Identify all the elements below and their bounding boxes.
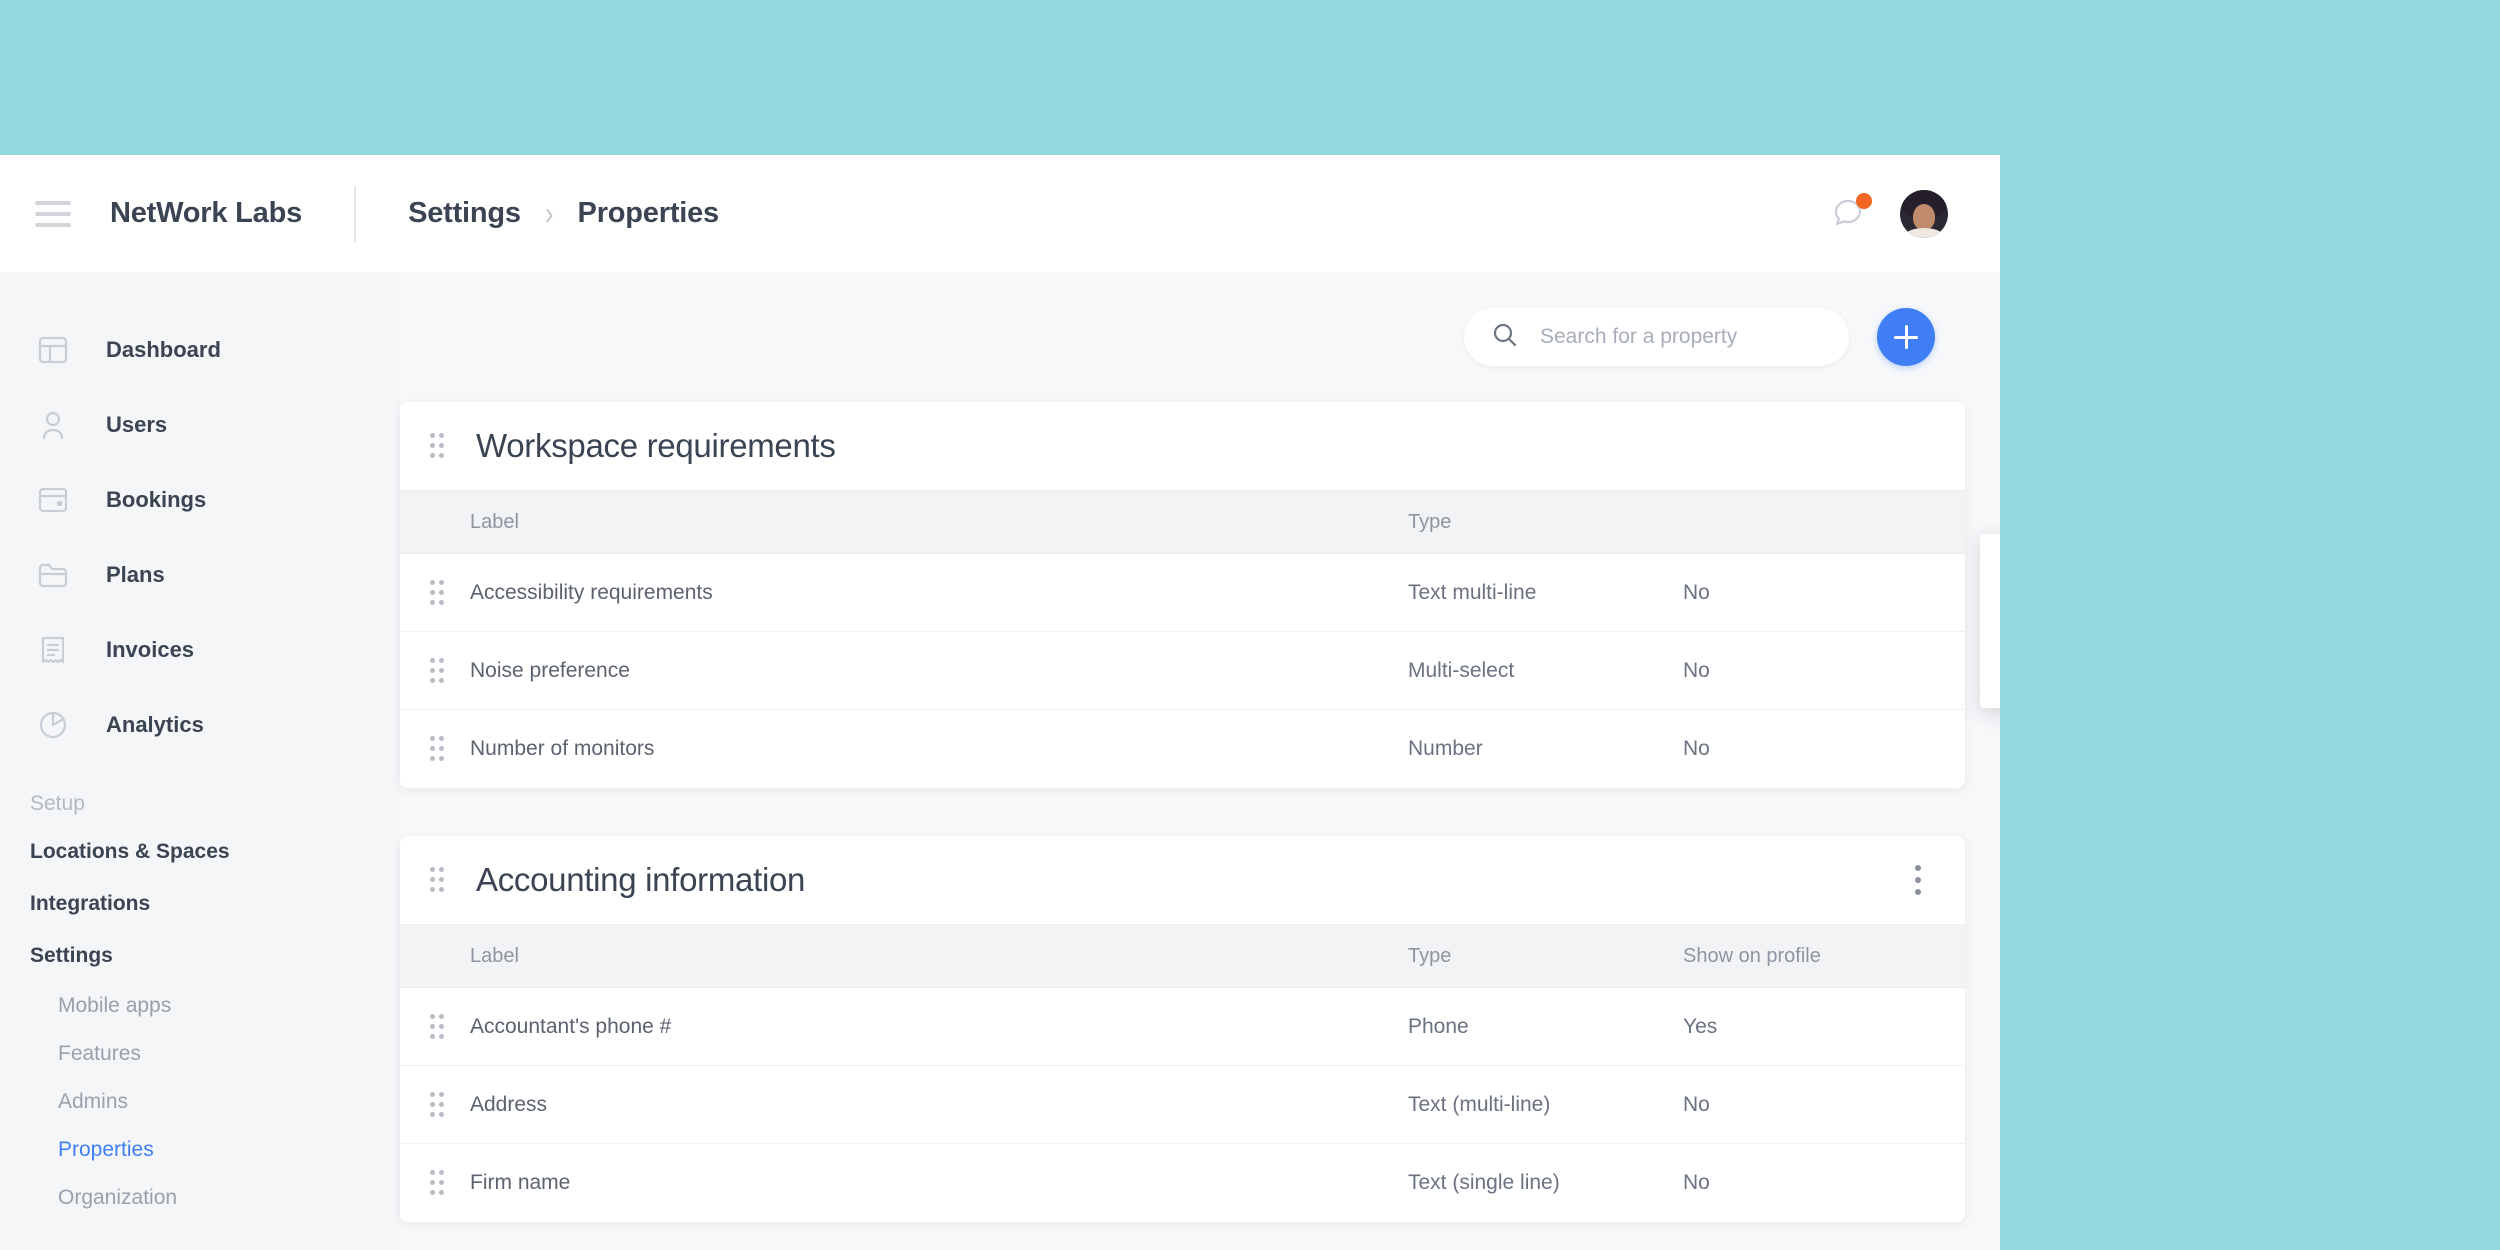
sidebar-item-bookings[interactable]: Bookings [0,462,400,537]
sidebar-item-label: Dashboard [106,336,221,362]
column-header-label: Label [470,510,519,533]
drag-handle-icon[interactable] [430,657,444,684]
drag-handle-icon[interactable] [430,736,444,762]
table-row[interactable]: Accessibility requirements Text multi-li… [400,554,1965,632]
table-header-row: Label Type Show on profile [400,924,1965,988]
sidebar-item-locations-spaces[interactable]: Locations & Spaces [0,826,400,878]
column-header-label: Label [470,944,519,967]
cell-show-on-profile: Yes [1683,1014,1718,1038]
cell-show-on-profile: No [1683,1171,1710,1194]
cell-label: Noise preference [470,658,630,682]
sidebar-item-label: Analytics [106,711,204,737]
content-toolbar: Search for a property [400,272,2000,402]
sidebar-section-setup: Setup [30,792,85,815]
sidebar-item-dashboard[interactable]: Dashboard [0,312,400,387]
sidebar-item-settings[interactable]: Settings [0,930,400,982]
invoice-icon [35,632,71,668]
user-icon [35,407,71,443]
top-bar: NetWork Labs Settings › Properties [0,155,2000,272]
pie-chart-icon [35,707,71,743]
column-header-type: Type [1408,944,1452,967]
chevron-right-icon: › [544,194,554,232]
search-placeholder: Search for a property [1540,325,1738,348]
folder-icon [35,557,71,593]
sidebar-item-properties[interactable]: Properties [0,1126,400,1174]
sidebar-item-label: Plans [106,561,165,587]
menu-item-new-property[interactable]: New property [1980,592,2000,650]
table-header-row: Label Type [400,490,1965,554]
cell-type: Text (multi-line) [1408,1092,1551,1116]
sidebar-item-features[interactable]: Features [0,1030,400,1078]
add-property-button[interactable] [1877,308,1935,366]
main-content: Search for a property Workspace requirem… [400,272,2000,1250]
card-header: Workspace requirements [400,402,1965,490]
sidebar-item-organization[interactable]: Organization [0,1174,400,1222]
cell-label: Accountant's phone # [470,1014,672,1038]
notification-badge [1856,192,1872,209]
sidebar: Dashboard Users Bookings Plans Invoices … [0,272,400,1250]
cell-label: Firm name [470,1171,571,1194]
cell-label: Address [470,1092,548,1116]
sidebar-item-admins[interactable]: Admins [0,1078,400,1126]
property-group-cards: Workspace requirements Label Type Access… [400,402,2000,1250]
cell-show-on-profile: No [1683,1092,1710,1116]
cell-type: Text (single line) [1408,1171,1560,1194]
cell-show-on-profile: No [1683,737,1710,760]
search-icon [1492,322,1518,353]
sidebar-item-mobile-apps[interactable]: Mobile apps [0,982,400,1030]
card-header: Accounting information [400,836,1965,924]
group-context-menu: Edit group name New property Delete grou… [1980,534,2000,708]
drag-handle-icon[interactable] [430,1091,444,1118]
search-input[interactable]: Search for a property [1464,308,1849,366]
table-row[interactable]: Address Text (multi-line) No [400,1066,1965,1144]
hamburger-icon[interactable] [35,200,71,227]
table-row[interactable]: Number of monitors Number No [400,710,1965,788]
card-title: Accounting information [476,861,806,898]
drag-handle-icon[interactable] [430,433,444,459]
sidebar-item-label: Bookings [106,486,207,512]
table-row[interactable]: Firm name Text (single line) No [400,1144,1965,1222]
topbar-divider [354,185,357,242]
avatar[interactable] [1900,189,1948,238]
cell-type: Phone [1408,1014,1469,1038]
column-header-show-on-profile: Show on profile [1683,944,1821,967]
property-group-card: Accounting information Label Type Show o… [400,836,1965,1222]
cell-type: Text multi-line [1408,580,1537,604]
dashboard-icon [35,332,71,368]
sidebar-item-invoices[interactable]: Invoices [0,612,400,687]
calendar-icon [35,482,71,518]
app-window: NetWork Labs Settings › Properties Dashb… [0,155,2000,1250]
table-row[interactable]: Accountant's phone # Phone Yes [400,988,1965,1066]
org-name: NetWork Labs [110,197,303,229]
card-menu-button[interactable] [1905,865,1931,895]
breadcrumb: Settings › Properties [408,194,720,232]
drag-handle-icon[interactable] [430,1170,444,1196]
menu-item-edit-group-name[interactable]: Edit group name [1980,534,2000,592]
property-group-card: Workspace requirements Label Type Access… [400,402,1965,788]
card-title: Workspace requirements [476,427,836,464]
sidebar-item-label: Users [106,411,168,437]
drag-handle-icon[interactable] [430,1013,444,1040]
sidebar-item-plans[interactable]: Plans [0,537,400,612]
sidebar-item-analytics[interactable]: Analytics [0,687,400,762]
chat-bubble-icon[interactable] [1830,192,1872,234]
column-header-type: Type [1408,510,1452,533]
menu-item-delete-group[interactable]: Delete group [1980,650,2000,708]
sidebar-item-users[interactable]: Users [0,387,400,462]
cell-show-on-profile: No [1683,580,1710,604]
cell-label: Accessibility requirements [470,580,713,604]
sidebar-item-integrations[interactable]: Integrations [0,878,400,930]
breadcrumb-current: Properties [577,197,720,229]
topbar-actions [1830,155,2000,272]
table-row[interactable]: Noise preference Multi-select No [400,632,1965,710]
drag-handle-icon[interactable] [430,867,444,893]
cell-type: Number [1408,737,1483,760]
drag-handle-icon[interactable] [430,579,444,606]
breadcrumb-parent[interactable]: Settings [408,197,521,230]
sidebar-item-label: Invoices [106,636,195,662]
cell-show-on-profile: No [1683,658,1710,682]
cell-type: Multi-select [1408,658,1515,682]
cell-label: Number of monitors [470,737,655,760]
